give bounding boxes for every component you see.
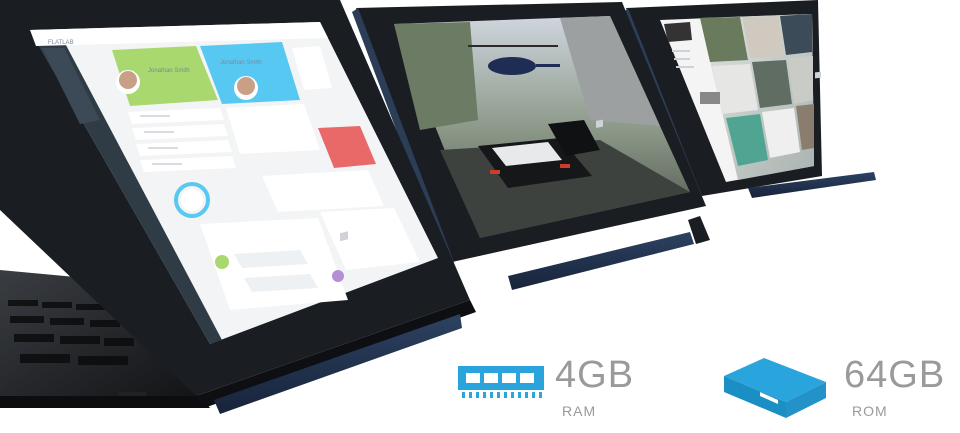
windows-logo-icon xyxy=(596,119,603,128)
windows-logo-icon xyxy=(815,71,821,79)
app-title: FLATLAB xyxy=(48,40,74,46)
profile-name-2: Jonathan Smith xyxy=(220,60,262,66)
storage-drive-icon xyxy=(724,358,826,418)
product-photo: FLATLAB Jonathan Smith Jonathan Smith xyxy=(0,0,876,418)
profile-name-1: Jonathan Smith xyxy=(148,68,190,74)
memory-module-icon xyxy=(458,366,544,398)
